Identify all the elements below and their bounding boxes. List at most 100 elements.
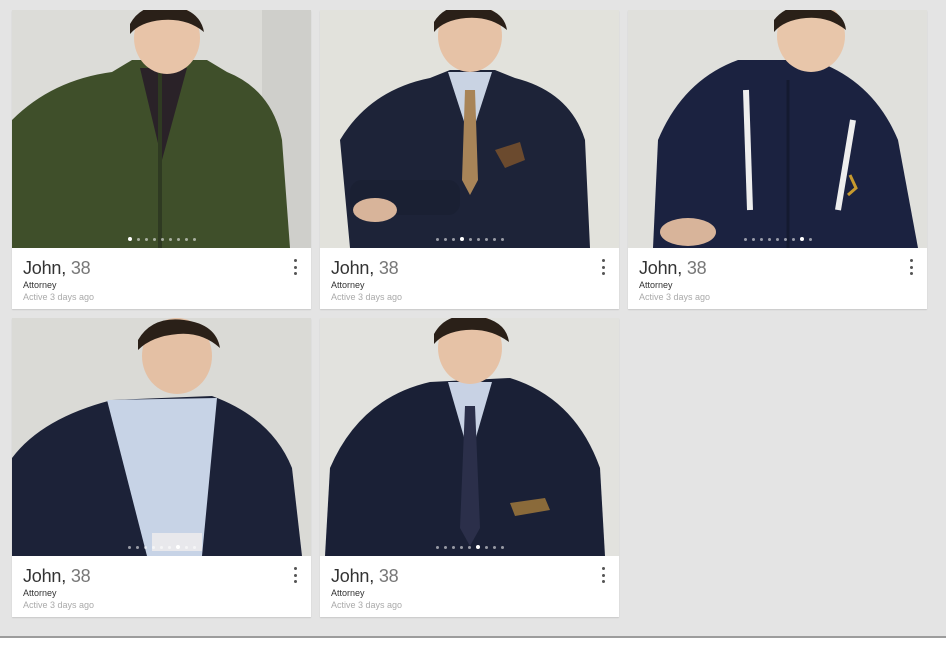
pager-dot[interactable] [136, 237, 140, 241]
photo-image [320, 318, 619, 556]
pager-dot[interactable] [484, 237, 488, 241]
pager-dot[interactable] [743, 237, 747, 241]
pager-dot[interactable] [492, 237, 496, 241]
pager-dot[interactable] [135, 545, 139, 549]
pager-dot[interactable] [468, 237, 472, 241]
more-vertical-icon[interactable] [907, 259, 915, 275]
photo-image [12, 318, 311, 556]
profile-age: 38 [70, 566, 91, 586]
more-vertical-icon[interactable] [599, 567, 607, 583]
pager-dot[interactable] [176, 237, 180, 241]
profile-name: John [23, 566, 62, 586]
pager-dot[interactable] [192, 237, 196, 241]
pager-dot[interactable] [500, 237, 504, 241]
pager-dot[interactable] [808, 237, 812, 241]
profile-name: John [639, 258, 678, 278]
photo-pager[interactable] [12, 545, 311, 549]
pager-dot[interactable] [143, 545, 147, 549]
profile-card[interactable]: John, 38 Attorney Active 3 days ago [320, 318, 619, 617]
pager-dot[interactable] [484, 545, 488, 549]
profile-job: Attorney [331, 280, 365, 290]
profile-name-line: John, 38 [23, 257, 300, 279]
pager-dot[interactable] [775, 237, 779, 241]
profile-photo[interactable] [12, 10, 311, 248]
more-vertical-icon[interactable] [291, 259, 299, 275]
pager-dot[interactable] [184, 237, 188, 241]
pager-dot[interactable] [767, 237, 771, 241]
pager-dot[interactable] [435, 545, 439, 549]
name-separator: , [677, 258, 687, 278]
pager-dot[interactable] [791, 237, 795, 241]
profile-card[interactable]: John, 38 Attorney Active 3 days ago [12, 10, 311, 309]
pager-dot[interactable] [192, 545, 196, 549]
more-vertical-icon[interactable] [599, 259, 607, 275]
pager-dot[interactable] [751, 237, 755, 241]
profile-age: 38 [686, 258, 707, 278]
profile-photo[interactable] [320, 10, 619, 248]
pager-dot[interactable] [500, 545, 504, 549]
profile-last-active: Active 3 days ago [23, 600, 95, 610]
pager-dot[interactable] [127, 545, 131, 549]
profile-job: Attorney [23, 280, 57, 290]
bottom-area [0, 638, 946, 670]
pager-dot[interactable] [459, 237, 464, 241]
profile-name: John [331, 258, 370, 278]
more-vertical-icon[interactable] [291, 567, 299, 583]
pager-dot[interactable] [799, 237, 804, 241]
pager-dot[interactable] [443, 237, 447, 241]
pager-dot[interactable] [451, 237, 455, 241]
photo-pager[interactable] [628, 237, 927, 241]
pager-dot[interactable] [151, 545, 155, 549]
profile-photo[interactable] [12, 318, 311, 556]
pager-dot[interactable] [459, 545, 463, 549]
photo-image [320, 10, 619, 248]
profile-job: Attorney [23, 588, 57, 598]
pager-dot[interactable] [467, 545, 471, 549]
pager-dot[interactable] [451, 545, 455, 549]
profile-photo[interactable] [628, 10, 927, 248]
pager-dot[interactable] [127, 237, 132, 241]
profile-name: John [23, 258, 62, 278]
profile-last-active: Active 3 days ago [331, 600, 403, 610]
pager-dot[interactable] [168, 237, 172, 241]
photo-image [628, 10, 927, 248]
profile-card[interactable]: John, 38 Attorney Active 3 days ago [320, 10, 619, 309]
pager-dot[interactable] [144, 237, 148, 241]
pager-dot[interactable] [175, 545, 180, 549]
profile-name-line: John, 38 [23, 565, 300, 587]
profile-age: 38 [378, 566, 399, 586]
photo-pager[interactable] [320, 237, 619, 241]
name-separator: , [369, 566, 379, 586]
profile-age: 38 [70, 258, 91, 278]
photo-pager[interactable] [12, 237, 311, 241]
pager-dot[interactable] [160, 237, 164, 241]
pager-dot[interactable] [159, 545, 163, 549]
profile-name-line: John, 38 [331, 565, 608, 587]
profile-age: 38 [378, 258, 399, 278]
pager-dot[interactable] [152, 237, 156, 241]
profile-last-active: Active 3 days ago [331, 292, 403, 302]
profile-job: Attorney [639, 280, 673, 290]
profile-last-active: Active 3 days ago [639, 292, 711, 302]
profile-photo[interactable] [320, 318, 619, 556]
pager-dot[interactable] [443, 545, 447, 549]
pager-dot[interactable] [184, 545, 188, 549]
photo-pager[interactable] [320, 545, 619, 549]
profile-card[interactable]: John, 38 Attorney Active 3 days ago [628, 10, 927, 309]
profile-card[interactable]: John, 38 Attorney Active 3 days ago [12, 318, 311, 617]
name-separator: , [61, 566, 71, 586]
pager-dot[interactable] [167, 545, 171, 549]
pager-dot[interactable] [476, 237, 480, 241]
pager-dot[interactable] [435, 237, 439, 241]
pager-dot[interactable] [492, 545, 496, 549]
profile-job: Attorney [331, 588, 365, 598]
pager-dot[interactable] [475, 545, 480, 549]
photo-image [12, 10, 311, 248]
profile-last-active: Active 3 days ago [23, 292, 95, 302]
name-separator: , [369, 258, 379, 278]
profile-name-line: John, 38 [639, 257, 916, 279]
profile-name: John [331, 566, 370, 586]
name-separator: , [61, 258, 71, 278]
pager-dot[interactable] [759, 237, 763, 241]
pager-dot[interactable] [783, 237, 787, 241]
